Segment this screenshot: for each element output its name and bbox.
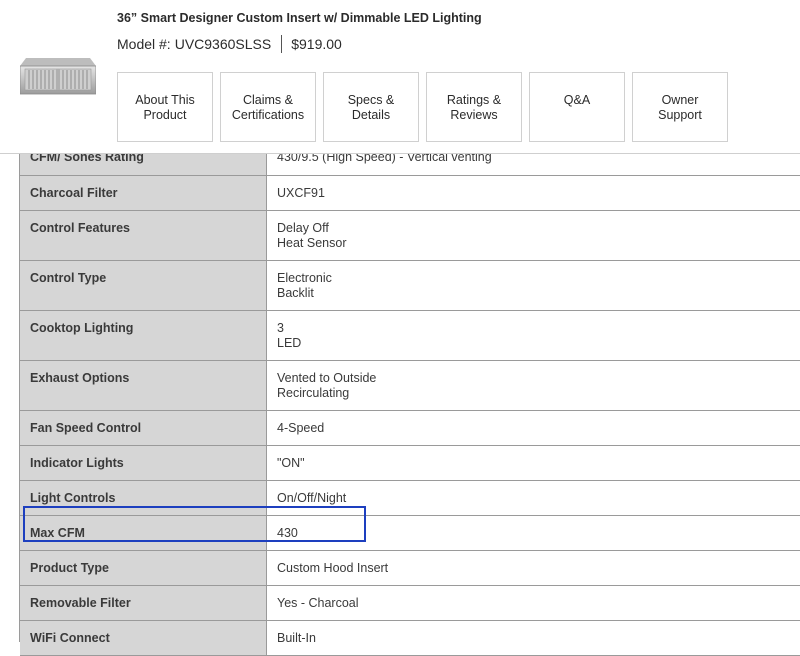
tab-about-this-product[interactable]: About This Product — [117, 72, 213, 142]
table-row: Indicator Lights "ON" — [20, 446, 800, 481]
spec-label: Fan Speed Control — [20, 411, 267, 445]
spec-value-line: Yes - Charcoal — [277, 596, 359, 610]
tab-claims-certifications[interactable]: Claims & Certifications — [220, 72, 316, 142]
table-row: Max CFM 430 — [20, 516, 800, 551]
spec-label: Charcoal Filter — [20, 176, 267, 210]
spec-value-line: Vented to Outside — [277, 371, 377, 385]
spec-value: Custom Hood Insert — [267, 551, 800, 585]
table-row: Control Features Delay Off Heat Sensor — [20, 211, 800, 261]
table-row: Light Controls On/Off/Night — [20, 481, 800, 516]
product-image — [19, 56, 97, 96]
spec-value-line: 430 — [277, 526, 298, 540]
spec-label: Control Features — [20, 211, 267, 260]
table-row: WiFi Connect Built-In — [20, 621, 800, 656]
spec-value: 430 — [267, 516, 800, 550]
tab-q-and-a[interactable]: Q&A — [529, 72, 625, 142]
spec-value-line: Heat Sensor — [277, 236, 347, 250]
spec-value-line: "ON" — [277, 456, 305, 470]
section-nav: About This Product Claims & Certifications… — [117, 72, 728, 142]
tab-label-line: Owner — [661, 93, 699, 107]
spec-value-line: LED — [277, 336, 302, 350]
spec-value-line: 4-Speed — [277, 421, 325, 435]
spec-label: Cooktop Lighting — [20, 311, 267, 360]
tab-label-line: Specs & — [347, 93, 395, 107]
spec-value: Delay Off Heat Sensor — [267, 211, 800, 260]
spec-value-line: Built-In — [277, 631, 316, 645]
table-row: Control Type Electronic Backlit — [20, 261, 800, 311]
tab-label-line: Support — [658, 108, 702, 122]
spec-label: Product Type — [20, 551, 267, 585]
model-label: Model #: — [117, 36, 171, 52]
spec-label: Max CFM — [20, 516, 267, 550]
table-row: Cooktop Lighting 3 LED — [20, 311, 800, 361]
spec-label: WiFi Connect — [20, 621, 267, 655]
range-hood-insert-image — [19, 58, 97, 95]
specs-table: CFM/ Sones Rating 430/9.5 (High Speed) -… — [20, 140, 800, 656]
spec-value: "ON" — [267, 446, 800, 480]
spec-value: On/Off/Night — [267, 481, 800, 515]
separator — [281, 35, 283, 53]
spec-value: Vented to Outside Recirculating — [267, 361, 800, 410]
tab-label-line: Reviews — [450, 108, 498, 122]
model-number: UVC9360SLSS — [174, 36, 272, 52]
table-row: Product Type Custom Hood Insert — [20, 551, 800, 586]
tab-label-line: Details — [351, 108, 391, 122]
model-price-line: Model #: UVC9360SLSS $919.00 — [117, 35, 342, 53]
spec-value-line: Delay Off — [277, 221, 329, 235]
spec-label: Exhaust Options — [20, 361, 267, 410]
tab-label-line: Q&A — [563, 93, 591, 107]
table-row: Charcoal Filter UXCF91 — [20, 176, 800, 211]
tab-label-line: About This — [135, 93, 195, 107]
table-row: Removable Filter Yes - Charcoal — [20, 586, 800, 621]
spec-value: 3 LED — [267, 311, 800, 360]
product-header: 36” Smart Designer Custom Insert w/ Dimm… — [0, 0, 800, 154]
spec-value-line: On/Off/Night — [277, 491, 347, 505]
spec-value: UXCF91 — [267, 176, 800, 210]
tab-label-line: Ratings & — [446, 93, 502, 107]
spec-label: Light Controls — [20, 481, 267, 515]
spec-value: Built-In — [267, 621, 800, 655]
spec-label: Indicator Lights — [20, 446, 267, 480]
tab-specs-details[interactable]: Specs & Details — [323, 72, 419, 142]
product-price: $919.00 — [291, 36, 342, 52]
spec-value: Electronic Backlit — [267, 261, 800, 310]
tab-ratings-reviews[interactable]: Ratings & Reviews — [426, 72, 522, 142]
spec-label: Control Type — [20, 261, 267, 310]
table-row: Exhaust Options Vented to Outside Recircu… — [20, 361, 800, 411]
tab-label-line: Certifications — [231, 108, 305, 122]
tab-label-line: Claims & — [242, 93, 293, 107]
spec-value-line: Electronic — [277, 271, 332, 285]
spec-value-line: 3 — [277, 321, 284, 335]
spec-value-line: Recirculating — [277, 386, 350, 400]
spec-value-line: UXCF91 — [277, 186, 325, 200]
spec-value: Yes - Charcoal — [267, 586, 800, 620]
tab-label-line: Product — [143, 108, 187, 122]
spec-value: 4-Speed — [267, 411, 800, 445]
spec-value-line: Backlit — [277, 286, 314, 300]
spec-value-line: Custom Hood Insert — [277, 561, 389, 575]
tab-owner-support[interactable]: Owner Support — [632, 72, 728, 142]
table-row: Fan Speed Control 4-Speed — [20, 411, 800, 446]
spec-label: Removable Filter — [20, 586, 267, 620]
product-title: 36” Smart Designer Custom Insert w/ Dimm… — [117, 11, 482, 25]
